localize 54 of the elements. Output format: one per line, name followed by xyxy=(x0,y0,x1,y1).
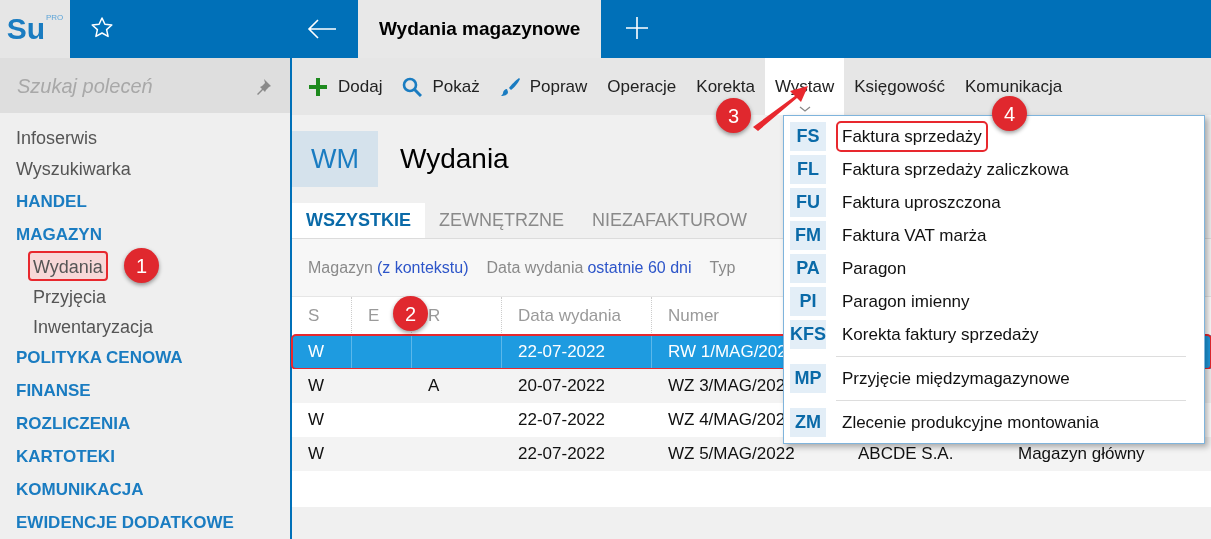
sidebar-item[interactable]: KOMUNIKACJA xyxy=(16,473,144,506)
sidebar-subitem[interactable]: Inwentaryzacja xyxy=(28,311,159,341)
table-cell-text: W xyxy=(308,341,325,364)
sidebar-item[interactable]: HANDEL xyxy=(16,185,87,218)
menu-item[interactable]: ZM Zlecenie produkcyjne montowania xyxy=(790,406,1186,439)
toolbar-button[interactable]: Księgowość xyxy=(844,58,955,115)
filter-value-link[interactable]: ostatnie 60 dni xyxy=(587,255,692,280)
view-tab[interactable]: WSZYSTKIE xyxy=(292,203,425,238)
sidebar-subitem[interactable]: Wydania xyxy=(28,251,108,281)
table-cell-text: WZ 4/MAG/202 xyxy=(668,409,786,432)
toolbar-button[interactable]: Popraw xyxy=(489,58,598,115)
caret-icon xyxy=(798,106,811,113)
table-cell-text: 22-07-2022 xyxy=(518,341,605,364)
sidebar-item[interactable]: POLITYKA CENOWA xyxy=(16,341,183,374)
search-icon xyxy=(402,76,423,97)
filter-value-link[interactable]: (z kontekstu) xyxy=(376,255,469,280)
plus-icon xyxy=(308,76,328,97)
sidebar-item[interactable]: MAGAZYN xyxy=(16,218,102,251)
filter-label: Magazyn xyxy=(308,257,373,278)
table-cell-text: WZ 3/MAG/202 xyxy=(668,375,786,398)
sidebar-item[interactable]: Infoserwis xyxy=(16,123,98,154)
pin-icon[interactable] xyxy=(255,76,273,95)
sidebar-subitem[interactable]: Przyjęcia xyxy=(28,281,112,311)
sidebar-item[interactable]: KARTOTEKI xyxy=(16,440,115,473)
sidebar-item[interactable]: Wyszukiwarka xyxy=(16,154,131,185)
toolbar-button[interactable]: Pokaż xyxy=(392,58,490,115)
menu-item[interactable]: FL Faktura sprzedaży zaliczkowa xyxy=(790,153,1186,186)
table-cell-text: W xyxy=(308,443,325,466)
page-title: Wydania xyxy=(400,142,509,176)
document-tab[interactable]: Wydania magazynowe xyxy=(358,0,602,58)
table-cell-text: 22-07-2022 xyxy=(518,443,605,466)
sidebar-item[interactable]: EWIDENCJE DODATKOWE xyxy=(16,506,234,539)
sidebar-item[interactable]: FINANSE xyxy=(16,374,91,407)
menu-item[interactable]: FU Faktura uproszczona xyxy=(790,186,1186,219)
menu-item[interactable]: PA Paragon xyxy=(790,252,1186,285)
table-cell-text: 22-07-2022 xyxy=(518,409,605,432)
table-cell-text: W xyxy=(308,409,325,432)
filter-label: Typ xyxy=(709,257,736,278)
sidebar-item[interactable]: ROZLICZENIA xyxy=(16,407,131,440)
table-cell-text: 20-07-2022 xyxy=(518,375,605,398)
table-cell-text: A xyxy=(428,375,440,398)
filter-label: Data wydania xyxy=(486,257,584,278)
menu-item[interactable]: FM Faktura VAT marża xyxy=(790,219,1186,252)
brush-icon xyxy=(499,76,520,97)
table-cell-text: WZ 5/MAG/2022 xyxy=(668,443,795,466)
table-cell-text: ABCDE S.A. xyxy=(858,443,954,466)
table-cell-text: RW 1/MAG/202 xyxy=(668,341,787,364)
table-cell-text: W xyxy=(308,375,325,398)
module-code-badge: WM xyxy=(292,131,378,187)
menu-item[interactable]: PI Paragon imienny xyxy=(790,285,1186,318)
back-arrow-icon[interactable] xyxy=(306,17,338,41)
table-cell-text: Magazyn główny xyxy=(1018,443,1145,466)
toolbar-button[interactable]: Operacje xyxy=(597,58,687,115)
toolbar-button[interactable]: Dodaj xyxy=(298,58,393,115)
